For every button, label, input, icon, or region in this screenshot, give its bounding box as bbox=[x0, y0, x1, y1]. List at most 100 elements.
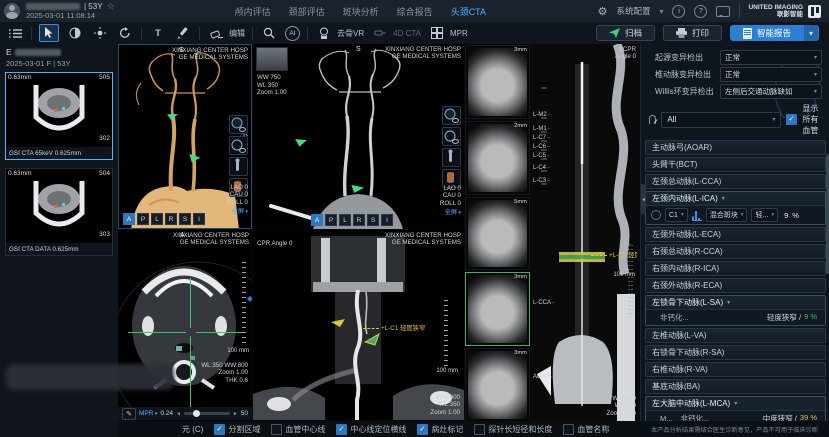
segment-label[interactable]: L-C4 bbox=[533, 165, 550, 171]
orientation-button[interactable]: A bbox=[311, 214, 323, 226]
vessel-row[interactable]: 左颈总动脉(L-CCA) bbox=[645, 174, 826, 189]
segment-label[interactable]: L-C5 bbox=[533, 153, 550, 159]
crosshair-vertical[interactable] bbox=[190, 336, 191, 416]
display-checkbox[interactable]: 分割区域 bbox=[214, 424, 260, 435]
print-button[interactable]: 打印 bbox=[663, 25, 722, 41]
vessel-row[interactable]: 右椎动脉(R-VA) bbox=[645, 362, 826, 377]
show-all-checkbox[interactable] bbox=[786, 114, 797, 125]
segment-label[interactable]: L-C6 bbox=[533, 144, 550, 150]
show-all-label[interactable]: 显示所有血管 bbox=[802, 103, 824, 136]
vessel-row[interactable]: 左锁骨下动脉(L-SA) ▾ 非钙化... 轻度狭窄 / 9 % bbox=[645, 295, 826, 326]
straightened-cpr-panel[interactable]: SCPRAngle 0 L-M2L-M1L-C7L-C6L-C5L-C4L-C3… bbox=[531, 44, 639, 421]
segment-label[interactable]: L-C3 bbox=[533, 178, 550, 184]
orientation-button[interactable]: L bbox=[151, 213, 163, 225]
orientation-button[interactable]: P bbox=[137, 213, 149, 225]
cta-4d-icon[interactable] bbox=[371, 25, 389, 41]
variant-select[interactable]: 正常▾ bbox=[720, 50, 822, 65]
mpr-layout-icon[interactable] bbox=[428, 25, 446, 41]
mip-head-preset[interactable] bbox=[229, 136, 248, 155]
viewport-axial[interactable]: XINXIANG CENTER HOSPGE MEDICAL SYSTEMS A… bbox=[118, 230, 252, 420]
info-icon[interactable]: i bbox=[672, 5, 685, 18]
orientation-button[interactable]: I bbox=[381, 214, 393, 226]
slider-right-arrow[interactable] bbox=[233, 410, 238, 417]
vessel-cross-section[interactable]: 5mm bbox=[465, 197, 530, 271]
axial-image[interactable] bbox=[118, 230, 252, 420]
workflow-tab[interactable]: 颈部评估 bbox=[289, 5, 325, 18]
body-preset[interactable] bbox=[229, 157, 248, 176]
segment-label[interactable]: L-C7 bbox=[533, 135, 550, 141]
variant-select[interactable]: 正常▾ bbox=[720, 67, 822, 82]
vessel-row[interactable]: 主动脉弓(AOAR) bbox=[645, 140, 826, 155]
series-thumbnail[interactable]: 0.63mm 504 303 GSI CTA DATA 0.625mm bbox=[5, 168, 113, 256]
vessel-row[interactable]: 左椎动脉(L-VA) bbox=[645, 328, 826, 343]
vessel-cross-section[interactable]: 3mm bbox=[465, 348, 530, 422]
slider-thumb[interactable] bbox=[193, 410, 200, 417]
vessel-row[interactable]: 右颈内动脉(R-ICA) bbox=[645, 261, 826, 276]
vessel-cross-section[interactable]: 3mm bbox=[465, 272, 530, 346]
vessel-row-header[interactable]: 左锁骨下动脉(L-SA) ▾ bbox=[646, 296, 825, 309]
vessel-row-header[interactable]: 主动脉弓(AOAR) bbox=[646, 141, 825, 154]
system-config-label[interactable]: 系统配置 bbox=[616, 5, 650, 17]
edit-label[interactable]: 编辑 bbox=[229, 28, 245, 39]
help-icon[interactable]: ? bbox=[694, 5, 707, 18]
orientation-button[interactable]: L bbox=[339, 214, 351, 226]
segment-select[interactable]: C1▾ bbox=[665, 208, 688, 222]
plaque-type-select[interactable]: 混合斑块▾ bbox=[706, 208, 748, 222]
stenosis-grade-select[interactable]: 轻...▾ bbox=[751, 208, 778, 222]
crosshair-vertical[interactable] bbox=[190, 278, 191, 328]
gauge-icon[interactable] bbox=[649, 115, 656, 124]
vessel-row[interactable]: 右锁骨下动脉(R-SA) bbox=[645, 345, 826, 360]
window-level-icon[interactable] bbox=[66, 25, 84, 41]
vessel-row-header[interactable]: 右锁骨下动脉(R-SA) bbox=[646, 346, 825, 359]
ai-icon[interactable]: AI bbox=[285, 26, 300, 41]
stenosis-annotation[interactable]: +L-C1 轻度狭窄 bbox=[363, 323, 425, 332]
vessel-row-header[interactable]: 左椎动脉(L-VA) bbox=[646, 329, 825, 342]
mpr-mode-label[interactable]: MPR bbox=[139, 410, 157, 417]
mpr-label[interactable]: MPR bbox=[450, 29, 468, 38]
variant-select[interactable]: 左侧后交通动脉缺如▾ bbox=[720, 84, 822, 99]
vessel-row[interactable]: 右颈外动脉(R-ECA) bbox=[645, 278, 826, 293]
stenosis-summary-row[interactable]: M... 非钙化... 中度狭窄 / 39 % bbox=[646, 410, 825, 421]
workflow-tab[interactable]: 斑块分析 bbox=[343, 5, 379, 18]
orientation-button[interactable]: S bbox=[367, 214, 379, 226]
display-checkbox[interactable]: 病灶标记 bbox=[417, 424, 463, 435]
fullscreen-toggle[interactable]: 全屏 bbox=[445, 207, 461, 216]
vessel-row[interactable]: 头臂干(BCT) bbox=[645, 157, 826, 172]
vessel-row[interactable]: 左颈外动脉(L-ECA) bbox=[645, 227, 826, 242]
orientation-button[interactable]: P bbox=[325, 214, 337, 226]
vr-head-preset[interactable] bbox=[442, 106, 461, 125]
display-checkbox[interactable]: 血管名称 bbox=[563, 424, 609, 435]
vessel-row-header[interactable]: 右颈外动脉(R-ECA) bbox=[646, 279, 825, 292]
segment-label[interactable]: L-M2 bbox=[533, 112, 551, 118]
orientation-button[interactable]: I bbox=[193, 213, 205, 225]
scpr-image[interactable] bbox=[531, 44, 639, 421]
slider-left-arrow[interactable] bbox=[176, 410, 181, 417]
edit-erase-icon[interactable] bbox=[207, 25, 225, 41]
probe-toggle-icon[interactable] bbox=[651, 210, 661, 220]
vessel-row[interactable]: 右颈总动脉(R-CCA) bbox=[645, 244, 826, 259]
workflow-tab[interactable]: 综合报告 bbox=[397, 5, 433, 18]
series-list-icon[interactable] bbox=[6, 25, 24, 41]
viewport-mip[interactable]: WW 750WL 350Zoom 1.00 XINXIANG CENTER HO… bbox=[253, 44, 464, 229]
display-checkbox[interactable]: 探针长短径和长度 bbox=[474, 424, 552, 435]
segment-label[interactable]: AOAR bbox=[533, 374, 554, 380]
feedback-icon[interactable] bbox=[716, 6, 730, 17]
panel-collapse-handle[interactable] bbox=[641, 184, 646, 214]
vessel-cross-section[interactable]: 2mm bbox=[465, 121, 530, 195]
archive-button[interactable]: 归档 bbox=[596, 25, 655, 41]
vessel-row-header[interactable]: 左大脑中动脉(L-MCA) ▾ bbox=[646, 397, 825, 410]
vessel-row-header[interactable]: 基底动脉(BA) bbox=[646, 380, 825, 393]
fullscreen-toggle[interactable]: 全屏 bbox=[232, 206, 248, 215]
crosshair-horizontal[interactable] bbox=[128, 332, 186, 333]
vr-head-icon[interactable] bbox=[315, 25, 333, 41]
orientation-button[interactable]: R bbox=[165, 213, 177, 225]
slice-slider-track[interactable] bbox=[184, 412, 230, 415]
stenosis-annotation[interactable]: +L-C1 轻度狭窄 bbox=[591, 250, 637, 259]
smart-report-button[interactable]: 智能报告 bbox=[730, 25, 819, 41]
cta-4d-label[interactable]: 4D CTA bbox=[393, 29, 421, 38]
orientation-button[interactable]: R bbox=[353, 214, 365, 226]
crosshair-horizontal[interactable] bbox=[196, 332, 246, 333]
mip-head-preset[interactable] bbox=[442, 127, 461, 146]
magnifier-icon[interactable] bbox=[260, 25, 278, 41]
viewport-vr[interactable]: XINXIANG CENTER HOSPGE MEDICAL SYSTEMS S… bbox=[118, 44, 252, 229]
